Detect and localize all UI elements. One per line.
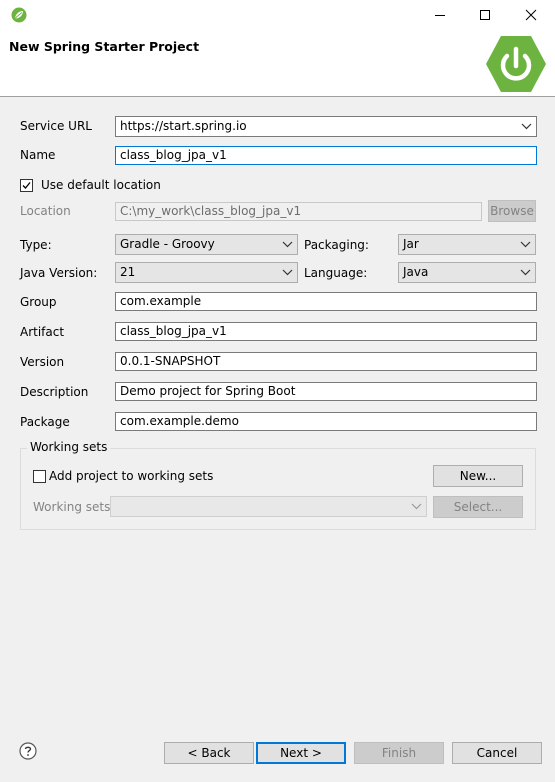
background-window-edge	[0, 0, 3, 782]
packaging-combo[interactable]: Jar	[398, 234, 536, 255]
packaging-value: Jar	[403, 237, 419, 251]
select-working-sets-button[interactable]: Select...	[433, 496, 523, 518]
title-bar	[0, 0, 555, 30]
working-sets-group-title: Working sets	[27, 440, 111, 454]
add-to-working-sets-checkbox[interactable]	[33, 470, 46, 483]
checkmark-icon	[22, 182, 31, 189]
type-label: Type:	[20, 238, 52, 252]
chevron-down-icon	[519, 235, 531, 254]
use-default-location-checkbox[interactable]	[20, 179, 33, 192]
spring-leaf-icon	[11, 7, 27, 23]
maximize-icon	[480, 10, 490, 20]
description-label: Description	[20, 385, 89, 399]
finish-button[interactable]: Finish	[354, 742, 444, 764]
next-button[interactable]: Next >	[256, 742, 346, 764]
wizard-header: New Spring Starter Project	[0, 30, 555, 97]
package-field[interactable]: com.example.demo	[115, 412, 537, 431]
language-value: Java	[403, 265, 429, 279]
language-combo[interactable]: Java	[398, 262, 536, 283]
chevron-down-icon	[281, 263, 293, 282]
service-url-value: https://start.spring.io	[120, 119, 247, 133]
chevron-down-icon	[410, 497, 422, 516]
back-button[interactable]: < Back	[164, 742, 254, 764]
minimize-icon	[435, 15, 445, 16]
browse-button[interactable]: Browse	[488, 200, 536, 222]
add-to-working-sets-label: Add project to working sets	[49, 469, 214, 483]
page-title: New Spring Starter Project	[9, 39, 200, 54]
java-version-label: Java Version:	[20, 266, 98, 280]
close-button[interactable]	[508, 0, 554, 30]
java-version-value: 21	[120, 265, 136, 279]
type-combo[interactable]: Gradle - Groovy	[115, 234, 298, 255]
artifact-label: Artifact	[20, 325, 65, 339]
name-label: Name	[20, 148, 56, 162]
help-button[interactable]	[19, 742, 37, 760]
chevron-down-icon	[281, 235, 293, 254]
cancel-button[interactable]: Cancel	[452, 742, 542, 764]
package-label: Package	[20, 415, 70, 429]
language-label: Language:	[304, 266, 368, 280]
location-label: Location	[20, 204, 71, 218]
name-field[interactable]: class_blog_jpa_v1	[115, 146, 537, 165]
artifact-field[interactable]: class_blog_jpa_v1	[115, 322, 537, 341]
type-value: Gradle - Groovy	[120, 237, 215, 251]
maximize-button[interactable]	[462, 0, 508, 30]
minimize-button[interactable]	[417, 0, 463, 30]
location-field[interactable]: C:\my_work\class_blog_jpa_v1	[115, 202, 482, 221]
group-field[interactable]: com.example	[115, 292, 537, 311]
group-label: Group	[20, 295, 57, 309]
version-field[interactable]: 0.0.1-SNAPSHOT	[115, 352, 537, 371]
new-working-set-button[interactable]: New...	[433, 465, 523, 487]
java-version-combo[interactable]: 21	[115, 262, 298, 283]
help-icon	[19, 742, 37, 760]
description-field[interactable]: Demo project for Spring Boot	[115, 382, 537, 401]
service-url-label: Service URL	[20, 119, 92, 133]
spring-power-logo	[485, 34, 547, 94]
packaging-label: Packaging:	[304, 238, 369, 252]
chevron-down-icon	[519, 263, 531, 282]
version-label: Version	[20, 355, 65, 369]
working-sets-combo[interactable]	[110, 496, 427, 517]
close-icon	[525, 9, 537, 21]
chevron-down-icon	[520, 117, 532, 136]
use-default-location-label: Use default location	[41, 178, 161, 192]
service-url-combo[interactable]: https://start.spring.io	[115, 116, 537, 137]
working-sets-label: Working sets:	[33, 500, 115, 514]
